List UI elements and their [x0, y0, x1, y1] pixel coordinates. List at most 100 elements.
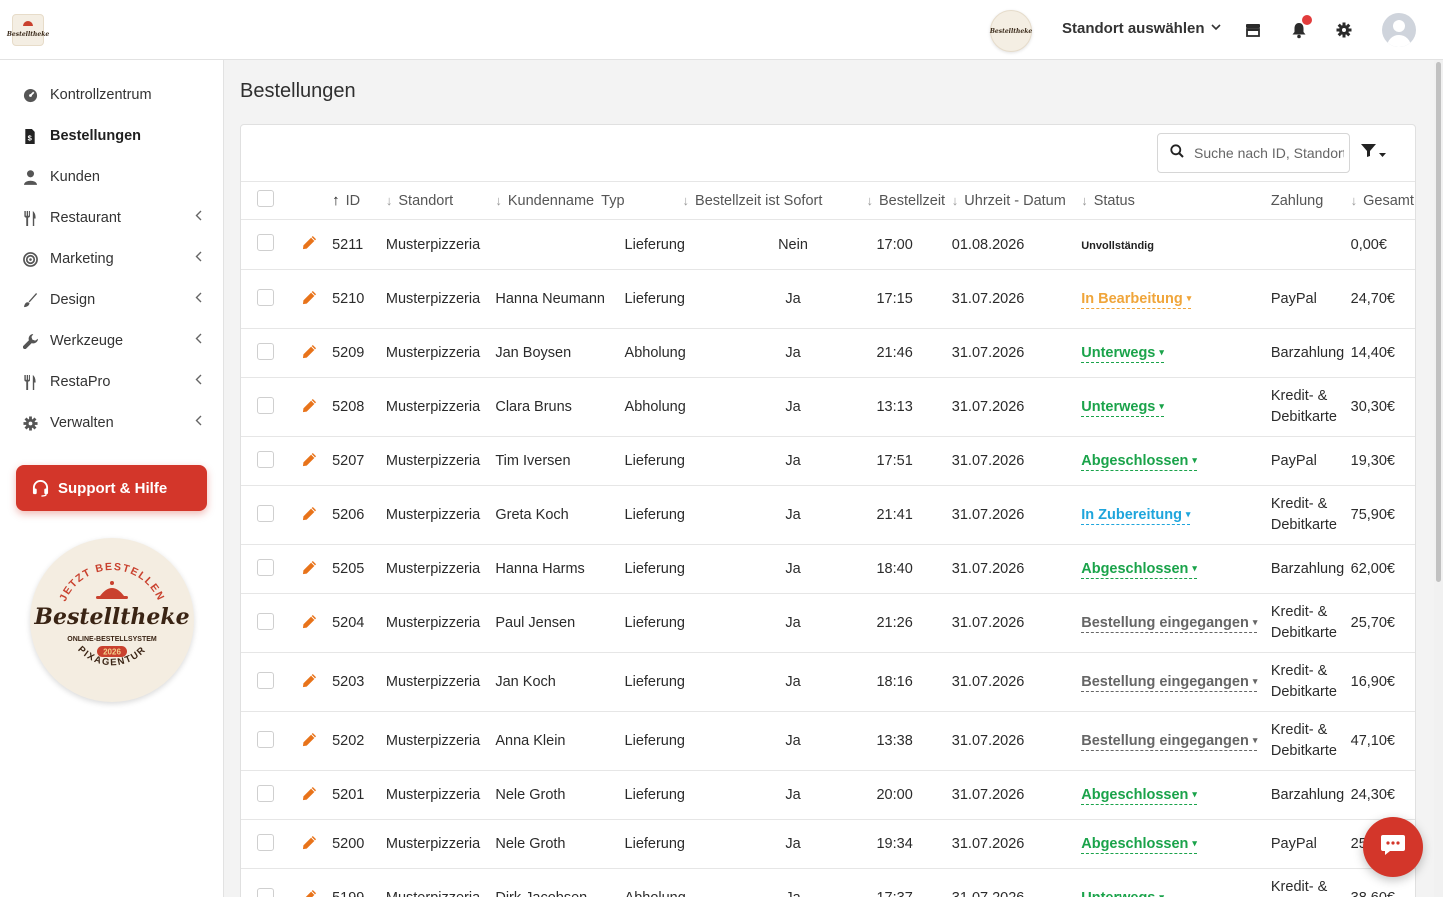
sidebar-item-design[interactable]: Design: [22, 288, 202, 312]
page-scrollbar[interactable]: [1434, 60, 1443, 897]
table-header-row: ↑ ID ↓ Standort ↓ Kundenname Typ ↓ Bestellze…: [241, 181, 1415, 220]
order-total: 47,10€: [1350, 733, 1395, 749]
pencil-icon[interactable]: [302, 506, 317, 521]
col-header-status[interactable]: ↓ Status: [1081, 181, 1271, 220]
store-icon[interactable]: [1243, 20, 1263, 40]
row-checkbox[interactable]: [257, 558, 274, 576]
location-logo[interactable]: Bestelltheke: [990, 10, 1032, 52]
table-row[interactable]: 5206 Musterpizzeria Greta Koch Lieferung Ja 2…: [241, 485, 1415, 545]
sidebar-item-werkzeuge[interactable]: Werkzeuge: [22, 329, 202, 353]
caret-down-icon: ▾: [1159, 347, 1164, 357]
sidebar-item-restaurant[interactable]: Restaurant: [22, 206, 202, 230]
gear-icon: [22, 415, 38, 431]
select-all-checkbox[interactable]: [257, 190, 274, 207]
search-box[interactable]: [1157, 133, 1350, 173]
chat-icon: [1380, 834, 1406, 861]
sidebar-item-bestellungen[interactable]: $ Bestellungen: [22, 124, 202, 148]
table-row[interactable]: 5207 Musterpizzeria Tim Iversen Lieferung Ja…: [241, 436, 1415, 486]
order-date: 31.07.2026: [951, 291, 1025, 307]
status-dropdown[interactable]: Abgeschlossen ▾: [1081, 561, 1197, 579]
support-button[interactable]: Support & Hilfe: [16, 465, 207, 511]
status-dropdown: Unvollständig: [1081, 239, 1154, 252]
col-header-uhrzeit-datum[interactable]: ↓ Uhrzeit - Datum: [951, 181, 1082, 220]
status-dropdown[interactable]: In Zubereitung ▾: [1081, 507, 1191, 525]
row-checkbox[interactable]: [257, 234, 274, 251]
table-row[interactable]: 5209 Musterpizzeria Jan Boysen Abholung Ja 21…: [241, 328, 1415, 378]
pencil-icon[interactable]: [302, 614, 317, 629]
status-dropdown[interactable]: Bestellung eingegangen ▾: [1081, 733, 1258, 751]
status-dropdown[interactable]: In Bearbeitung ▾: [1081, 291, 1192, 309]
filter-button[interactable]: [1361, 143, 1391, 163]
sidebar-item-kontrollzentrum[interactable]: Kontrollzentrum: [22, 83, 202, 107]
pencil-icon[interactable]: [302, 889, 317, 897]
wrench-icon: [22, 333, 38, 349]
col-header-standort[interactable]: ↓ Standort: [385, 181, 496, 220]
search-input[interactable]: [1194, 145, 1344, 161]
row-checkbox[interactable]: [257, 833, 274, 851]
cutlery-icon: [22, 374, 38, 390]
col-header-kundenname[interactable]: ↓ Kundenname Typ: [495, 181, 625, 220]
sidebar-item-label: Kontrollzentrum: [50, 87, 152, 103]
row-checkbox[interactable]: [257, 730, 274, 748]
location-select[interactable]: Standort auswählen: [1062, 20, 1221, 37]
table-row[interactable]: 5205 Musterpizzeria Hanna Harms Lieferung Ja…: [241, 544, 1415, 594]
order-time: 17:51: [876, 453, 913, 469]
sidebar-item-verwalten[interactable]: Verwalten: [22, 411, 202, 435]
table-row[interactable]: 5203 Musterpizzeria Jan Koch Lieferung Ja 18:…: [241, 652, 1415, 712]
col-header-sofort[interactable]: ↓ Bestellzeit ist Sofort: [624, 181, 863, 220]
row-checkbox[interactable]: [257, 342, 274, 360]
pencil-icon[interactable]: [302, 732, 317, 747]
sidebar-item-marketing[interactable]: Marketing: [22, 247, 202, 271]
row-checkbox[interactable]: [257, 671, 274, 689]
pencil-icon[interactable]: [302, 290, 317, 305]
pencil-icon[interactable]: [302, 673, 317, 688]
order-type: Lieferung: [624, 674, 685, 690]
status-dropdown[interactable]: Bestellung eingegangen ▾: [1081, 674, 1258, 692]
status-dropdown[interactable]: Unterwegs▾: [1081, 399, 1164, 417]
customer-name: Greta Koch: [495, 506, 569, 523]
chat-button[interactable]: [1363, 817, 1423, 877]
status-dropdown[interactable]: Bestellung eingegangen ▾: [1081, 615, 1258, 633]
table-row[interactable]: 5208 Musterpizzeria Clara Bruns Abholung Ja 1…: [241, 377, 1415, 437]
col-header-gesamt[interactable]: ↓ Gesamt: [1350, 181, 1415, 220]
user-avatar[interactable]: [1382, 13, 1416, 47]
row-checkbox[interactable]: [257, 288, 274, 306]
row-checkbox[interactable]: [257, 784, 274, 802]
status-dropdown[interactable]: Abgeschlossen ▾: [1081, 787, 1197, 805]
sidebar-item-kunden[interactable]: Kunden: [22, 165, 202, 189]
gear-icon[interactable]: [1334, 20, 1354, 40]
table-row[interactable]: 5200 Musterpizzeria Nele Groth Lieferung Ja 1…: [241, 819, 1415, 869]
status-dropdown[interactable]: Abgeschlossen ▾: [1081, 836, 1197, 854]
table-row[interactable]: 5210 Musterpizzeria Hanna Neumann Lieferung…: [241, 269, 1415, 329]
table-row[interactable]: 5199 Musterpizzeria Dirk Jacobsen Abholung J…: [241, 868, 1415, 897]
arrow-down-icon: ↓: [951, 192, 959, 208]
table-row[interactable]: 5201 Musterpizzeria Nele Groth Lieferung Ja 2…: [241, 770, 1415, 820]
pencil-icon[interactable]: [302, 235, 317, 250]
scrollbar-thumb[interactable]: [1436, 62, 1441, 582]
col-header-id[interactable]: ↑ ID: [332, 181, 386, 220]
table-row[interactable]: 5202 Musterpizzeria Anna Klein Lieferung Ja 1…: [241, 711, 1415, 771]
status-dropdown[interactable]: Unterwegs▾: [1081, 890, 1164, 897]
row-checkbox[interactable]: [257, 612, 274, 630]
status-dropdown[interactable]: Abgeschlossen ▾: [1081, 453, 1197, 471]
pencil-icon[interactable]: [302, 452, 317, 467]
row-checkbox[interactable]: [257, 450, 274, 468]
pencil-icon[interactable]: [302, 835, 317, 850]
brand-logo[interactable]: Bestelltheke: [7, 14, 49, 46]
pencil-icon[interactable]: [302, 560, 317, 575]
col-header-zahlung[interactable]: Zahlung: [1270, 181, 1351, 220]
pencil-icon[interactable]: [302, 344, 317, 359]
pencil-icon[interactable]: [302, 786, 317, 801]
row-checkbox[interactable]: [257, 396, 274, 414]
bell-icon[interactable]: [1289, 15, 1312, 40]
location-select-label: Standort auswählen: [1062, 20, 1205, 37]
table-row[interactable]: 5204 Musterpizzeria Paul Jensen Lieferung Ja…: [241, 593, 1415, 653]
row-checkbox[interactable]: [257, 504, 274, 522]
pencil-icon[interactable]: [302, 398, 317, 413]
row-checkbox[interactable]: [257, 887, 274, 897]
sidebar-item-restapro[interactable]: RestaPro: [22, 370, 202, 394]
table-row[interactable]: 5211 Musterpizzeria Lieferung Nein 17:00 01.0…: [241, 219, 1415, 270]
col-header-bestellzeit[interactable]: ↓ Bestellzeit: [862, 181, 952, 220]
status-dropdown[interactable]: Unterwegs▾: [1081, 345, 1164, 363]
arrow-down-icon: ↓: [1350, 192, 1358, 208]
